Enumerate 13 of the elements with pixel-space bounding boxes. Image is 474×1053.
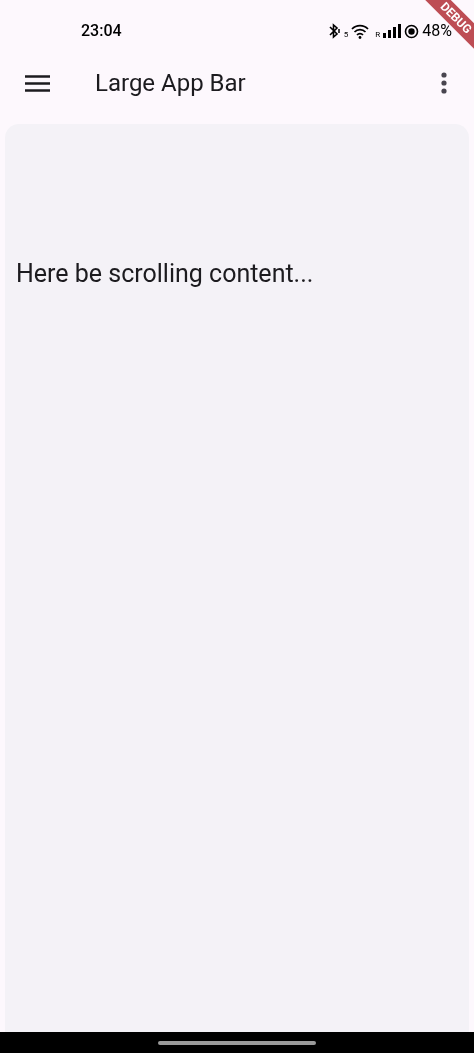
more-vert-icon — [441, 72, 447, 94]
home-handle[interactable] — [158, 1040, 316, 1045]
more-button[interactable] — [440, 70, 448, 96]
bluetooth-icon — [326, 23, 341, 39]
ring-icon — [404, 23, 420, 39]
menu-icon — [24, 74, 50, 92]
roaming-label: R — [375, 29, 381, 41]
signal-icon — [383, 24, 402, 38]
status-time: 23:04 — [81, 20, 122, 42]
wifi-icon — [351, 23, 370, 39]
wifi-band-label: 5 — [343, 29, 349, 41]
content-text: Here be scrolling content... — [16, 258, 315, 290]
app-bar-title: Large App Bar — [95, 71, 246, 95]
